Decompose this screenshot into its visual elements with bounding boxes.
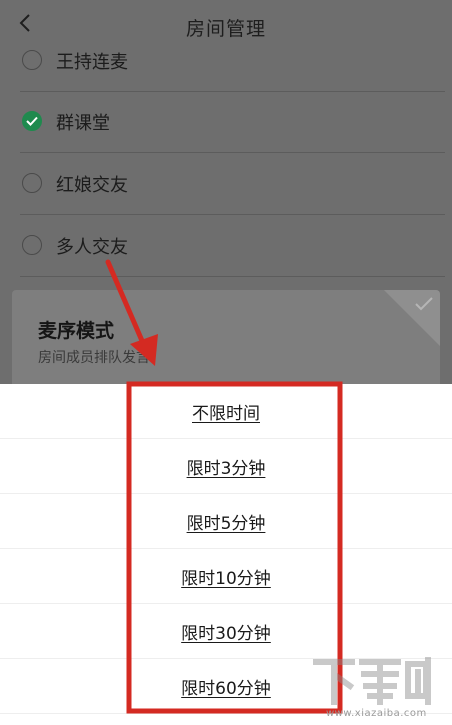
mode-description: 房间成员排队发言 bbox=[38, 350, 150, 366]
radio-unchecked-icon bbox=[22, 50, 42, 70]
radio-checked-icon bbox=[22, 111, 42, 131]
time-limit-label: 限时5分钟 bbox=[186, 513, 266, 534]
option-label: 群课堂 bbox=[56, 113, 110, 134]
time-limit-option[interactable]: 限时5分钟 bbox=[0, 494, 452, 549]
time-limit-label: 限时3分钟 bbox=[186, 458, 266, 479]
room-type-option[interactable]: 群课堂 bbox=[20, 92, 445, 153]
mode-title: 麦序模式 bbox=[38, 320, 115, 342]
room-settings-background: 房间管理 王持连麦 群课堂 红娘交友 多人交友 麦序模式 房间成员排队发言 bbox=[0, 0, 452, 384]
time-limit-option[interactable]: 限时30分钟 bbox=[0, 604, 452, 659]
time-limit-option[interactable]: 不限时间 bbox=[0, 384, 452, 439]
time-limit-label: 限时10分钟 bbox=[181, 568, 271, 589]
time-limit-label: 不限时间 bbox=[192, 403, 260, 424]
radio-unchecked-icon bbox=[22, 235, 42, 255]
radio-unchecked-icon bbox=[22, 173, 42, 193]
watermark-url: www.xiazaiba.com bbox=[326, 708, 427, 719]
option-label: 王持连麦 bbox=[56, 52, 128, 73]
time-limit-option[interactable]: 限时10分钟 bbox=[0, 549, 452, 604]
mic-queue-mode-card[interactable]: 麦序模式 房间成员排队发言 bbox=[12, 290, 440, 384]
room-type-option[interactable]: 多人交友 bbox=[20, 216, 445, 277]
room-type-option[interactable]: 王持连麦 bbox=[20, 31, 445, 92]
watermark-logo bbox=[313, 657, 431, 705]
option-label: 红娘交友 bbox=[56, 175, 128, 196]
option-label: 多人交友 bbox=[56, 237, 128, 258]
time-limit-option[interactable]: 限时3分钟 bbox=[0, 439, 452, 494]
app-screen: 房间管理 王持连麦 群课堂 红娘交友 多人交友 麦序模式 房间成员排队发言 不限… bbox=[0, 0, 452, 725]
time-limit-label: 限时30分钟 bbox=[181, 623, 271, 644]
check-icon bbox=[415, 297, 433, 311]
room-type-option[interactable]: 红娘交友 bbox=[20, 154, 445, 215]
time-limit-label: 限时60分钟 bbox=[181, 678, 271, 699]
